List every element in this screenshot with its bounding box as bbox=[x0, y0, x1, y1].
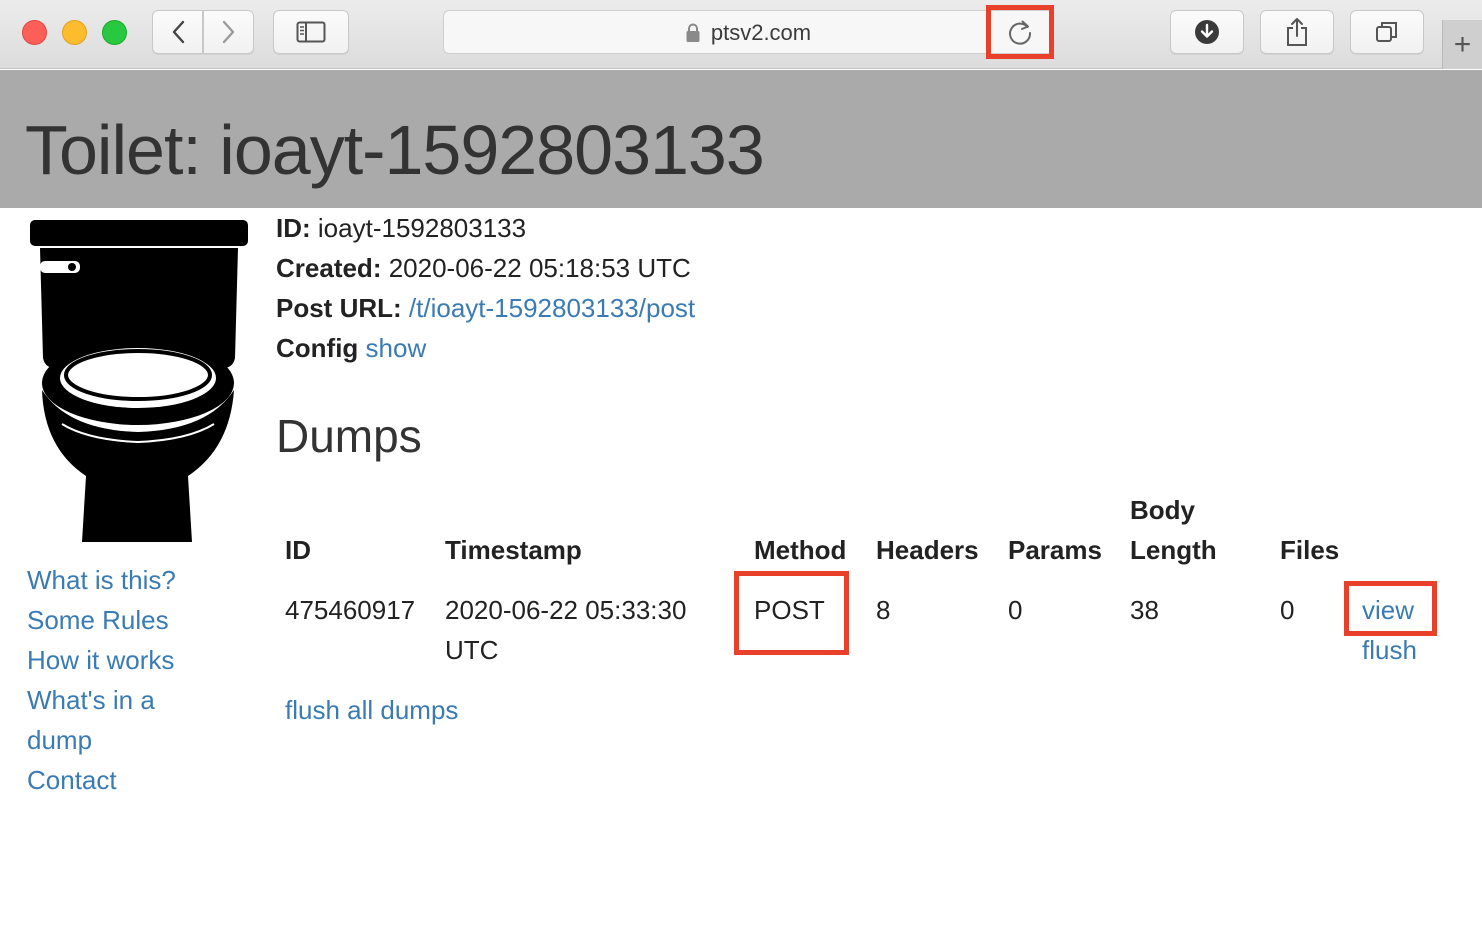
nav-link-whats-in-a-dump-cont[interactable]: dump bbox=[27, 720, 257, 760]
config-show-link[interactable]: show bbox=[366, 333, 427, 363]
dump-files-cell: 0 bbox=[1280, 595, 1295, 625]
info-created-value: 2020-06-22 05:18:53 UTC bbox=[388, 253, 691, 283]
share-icon bbox=[1287, 18, 1307, 46]
view-highlight-box bbox=[1344, 581, 1437, 636]
lock-icon bbox=[686, 23, 700, 42]
column-header-id: ID bbox=[285, 535, 311, 565]
column-header-timestamp: Timestamp bbox=[445, 535, 582, 565]
address-bar[interactable]: ptsv2.com bbox=[443, 5, 1054, 59]
info-post-url-label: Post URL: bbox=[276, 293, 402, 323]
dump-headers-cell: 8 bbox=[876, 595, 891, 625]
dump-body-length-cell: 38 bbox=[1130, 595, 1159, 625]
minimize-window-button[interactable] bbox=[62, 20, 87, 45]
sidebar-icon bbox=[296, 21, 326, 43]
tab-overview-button[interactable] bbox=[1350, 10, 1424, 54]
chevron-left-icon bbox=[172, 20, 184, 44]
nav-link-what-is-this[interactable]: What is this? bbox=[27, 560, 257, 600]
dump-timestamp-cell-cont: UTC bbox=[445, 635, 499, 665]
share-button[interactable] bbox=[1260, 10, 1334, 54]
column-header-method: Method bbox=[754, 535, 847, 565]
reload-icon bbox=[1009, 20, 1032, 45]
info-created-label: Created: bbox=[276, 253, 382, 283]
zoom-window-button[interactable] bbox=[102, 20, 127, 45]
plus-icon: + bbox=[1453, 27, 1472, 61]
info-post-url-row: Post URL: /t/ioayt-1592803133/post bbox=[276, 288, 695, 328]
info-config-label: Config bbox=[276, 333, 359, 363]
sidebar-toggle-button[interactable] bbox=[273, 10, 349, 54]
column-header-headers: Headers bbox=[876, 535, 979, 565]
flush-all-dumps-link[interactable]: flush all dumps bbox=[285, 690, 458, 730]
sidebar-nav: What is this? Some Rules How it works Wh… bbox=[27, 560, 257, 800]
download-icon bbox=[1195, 20, 1219, 44]
reload-button[interactable] bbox=[986, 5, 1054, 59]
dump-flush-cell: flush bbox=[1362, 630, 1417, 670]
new-tab-button[interactable]: + bbox=[1442, 20, 1482, 69]
downloads-button[interactable] bbox=[1170, 10, 1244, 54]
nav-link-contact[interactable]: Contact bbox=[27, 760, 257, 800]
info-config-row: Config show bbox=[276, 328, 695, 368]
page-title: Toilet: ioayt-1592803133 bbox=[25, 111, 765, 189]
back-button[interactable] bbox=[152, 10, 203, 54]
tabs-icon bbox=[1376, 22, 1397, 42]
toilet-logo-icon bbox=[30, 220, 248, 542]
address-text: ptsv2.com bbox=[710, 20, 812, 45]
nav-link-how-it-works[interactable]: How it works bbox=[27, 640, 257, 680]
toilet-info: ID: ioayt-1592803133 Created: 2020-06-22… bbox=[276, 208, 695, 368]
method-highlight-box bbox=[734, 571, 849, 655]
post-url-link[interactable]: /t/ioayt-1592803133/post bbox=[409, 293, 695, 323]
nav-link-whats-in-a-dump[interactable]: What's in a bbox=[27, 680, 257, 720]
forward-button[interactable] bbox=[203, 10, 254, 54]
dumps-heading: Dumps bbox=[276, 410, 422, 462]
browser-toolbar: ptsv2.com + bbox=[0, 0, 1482, 69]
column-header-params: Params bbox=[1008, 535, 1102, 565]
info-id-value: ioayt-1592803133 bbox=[317, 213, 527, 243]
close-window-button[interactable] bbox=[22, 20, 47, 45]
nav-link-some-rules[interactable]: Some Rules bbox=[27, 600, 257, 640]
info-id-row: ID: ioayt-1592803133 bbox=[276, 208, 695, 248]
dump-timestamp-cell: 2020-06-22 05:33:30 bbox=[445, 595, 687, 625]
flush-dump-link[interactable]: flush bbox=[1362, 635, 1417, 665]
info-created-row: Created: 2020-06-22 05:18:53 UTC bbox=[276, 248, 695, 288]
column-header-files: Files bbox=[1280, 535, 1340, 565]
chevron-right-icon bbox=[222, 20, 234, 44]
dump-id-cell: 475460917 bbox=[285, 595, 416, 625]
column-header-body-length: Body bbox=[1130, 495, 1195, 525]
column-header-body-length-cont: Length bbox=[1130, 535, 1217, 565]
dump-params-cell: 0 bbox=[1008, 595, 1023, 625]
info-id-label: ID: bbox=[276, 213, 311, 243]
